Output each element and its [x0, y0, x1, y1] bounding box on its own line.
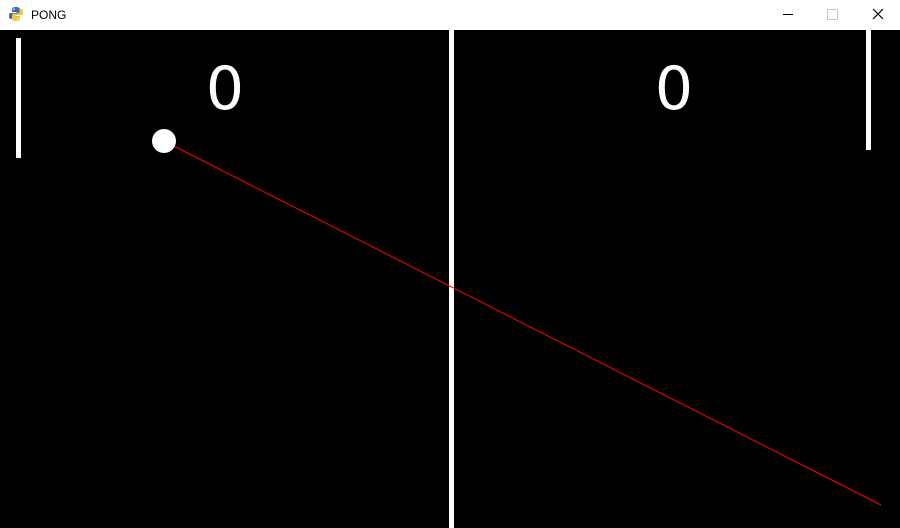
minimize-icon: [783, 14, 793, 15]
pong-window: PONG 0 0: [0, 0, 900, 528]
close-button[interactable]: [855, 0, 900, 30]
center-net: [449, 30, 454, 528]
right-player-score: 0: [654, 54, 694, 124]
ball: [152, 129, 176, 153]
maximize-button[interactable]: [809, 0, 855, 30]
ball-trajectory-line: [163, 140, 882, 506]
title-bar[interactable]: PONG: [0, 0, 900, 30]
python-icon: [8, 6, 24, 22]
game-canvas[interactable]: 0 0: [0, 30, 900, 528]
left-paddle: [16, 38, 21, 158]
close-icon: [872, 8, 884, 20]
minimize-button[interactable]: [765, 0, 811, 30]
window-title: PONG: [31, 8, 67, 22]
right-paddle: [866, 30, 871, 150]
maximize-icon: [827, 9, 838, 20]
left-player-score: 0: [205, 54, 245, 124]
playfield: [16, 30, 882, 528]
